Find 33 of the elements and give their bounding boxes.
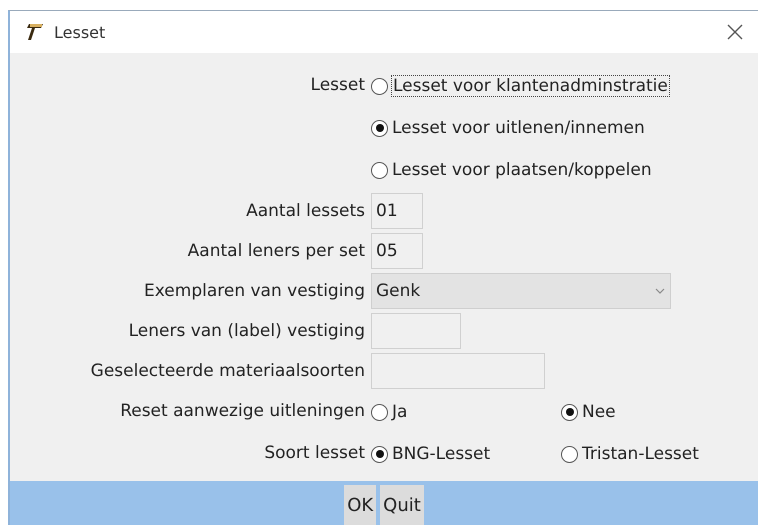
radio-button[interactable] — [371, 162, 388, 178]
radio-button[interactable] — [371, 446, 388, 462]
radio-button[interactable] — [371, 404, 388, 420]
field-label: Lesset — [310, 74, 365, 97]
radio-button[interactable] — [371, 120, 388, 136]
radio-label[interactable]: Lesset voor klantenadminstratie — [392, 76, 669, 96]
field-label: Reset aanwezige uitleningen — [119, 400, 365, 423]
field-label: Soort lesset — [263, 442, 365, 465]
field-label: Exemplaren van vestiging — [143, 280, 365, 303]
input-field[interactable]: 01 — [371, 193, 423, 229]
radio-label[interactable]: Lesset voor plaatsen/koppelen — [392, 160, 652, 180]
radio-label[interactable]: Ja — [392, 402, 408, 422]
radio-label[interactable]: Tristan-Lesset — [582, 444, 699, 464]
input-field[interactable]: 05 — [371, 233, 423, 269]
radio-button[interactable] — [561, 404, 578, 420]
close-icon[interactable] — [726, 23, 744, 41]
chevron-icon — [654, 287, 666, 295]
input-field[interactable] — [371, 313, 461, 349]
dialog-button[interactable]: Quit — [380, 485, 424, 525]
window-title: Lesset — [54, 22, 106, 42]
field-label: Aantal leners per set — [186, 240, 365, 263]
dropdown[interactable]: Genk — [371, 273, 671, 309]
field-label: Geselecteerde materiaalsoorten — [90, 360, 365, 383]
radio-label[interactable]: Nee — [582, 402, 616, 422]
dialog-button[interactable]: OK — [344, 485, 376, 525]
app-icon — [26, 22, 46, 42]
field-label: Aantal lessets — [245, 200, 365, 223]
input-field[interactable] — [371, 353, 545, 389]
radio-label[interactable]: Lesset voor uitlenen/innemen — [392, 118, 645, 138]
field-label: Leners van (label) vestiging — [128, 320, 365, 343]
radio-button[interactable] — [371, 78, 388, 94]
radio-button[interactable] — [561, 446, 578, 462]
radio-label[interactable]: BNG-Lesset — [392, 444, 490, 464]
